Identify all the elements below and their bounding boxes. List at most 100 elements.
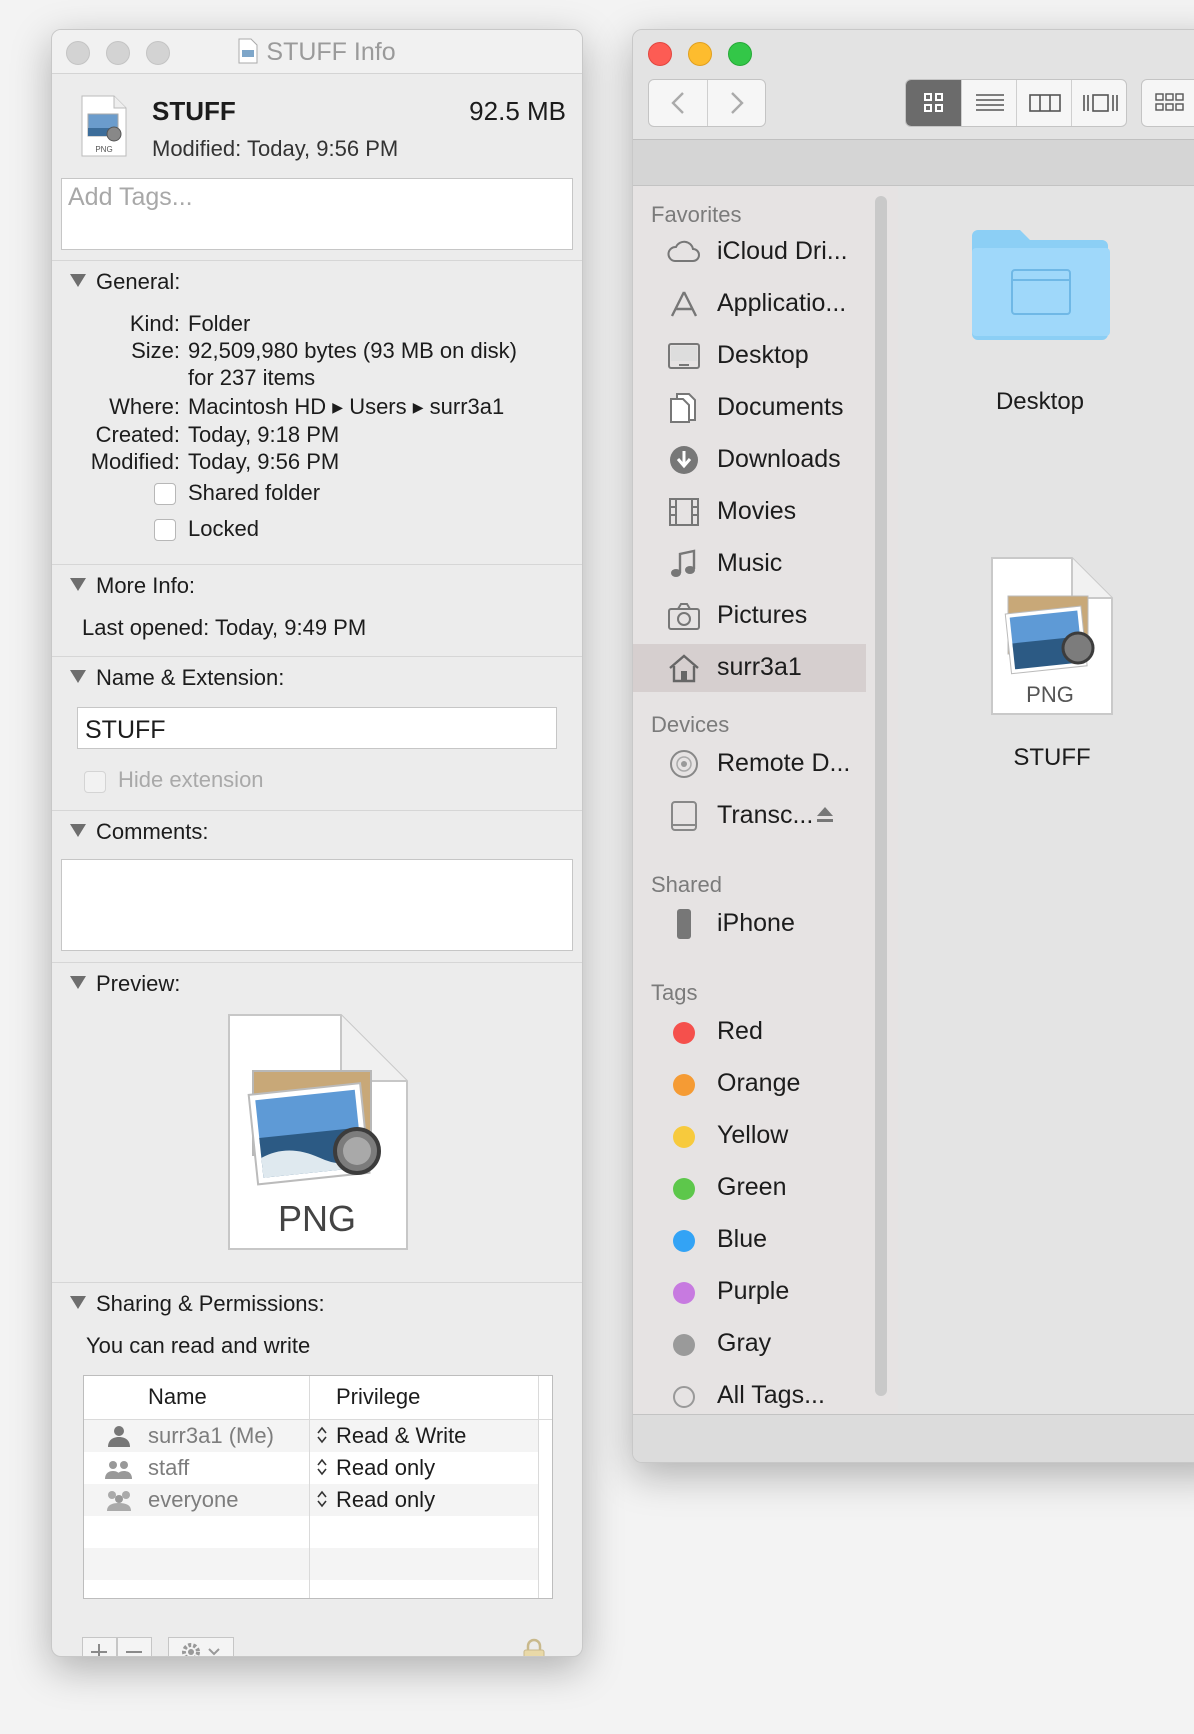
table-row[interactable]: staff Read only	[84, 1452, 538, 1484]
list-view-button[interactable]	[961, 80, 1016, 126]
comments-field[interactable]	[61, 859, 573, 951]
locked-checkbox[interactable]	[154, 519, 176, 541]
tag-dot-icon	[673, 1074, 695, 1096]
sidebar-tag-orange[interactable]: Orange	[633, 1060, 866, 1108]
sidebar-scrollbar[interactable]	[875, 196, 887, 1396]
tags-field[interactable]: Add Tags...	[61, 178, 573, 250]
icon-type-label: PNG	[95, 145, 112, 154]
size-label: Size:	[131, 338, 180, 363]
permissions-table: Name Privilege surr3a1 (Me) Read & Write…	[83, 1375, 553, 1599]
disclosure-triangle-icon[interactable]	[70, 976, 86, 989]
column-name-header[interactable]: Name	[148, 1384, 207, 1410]
sharing-header[interactable]: Sharing & Permissions:	[70, 1291, 325, 1317]
preview-header[interactable]: Preview:	[70, 971, 180, 997]
sidebar-item-external-drive[interactable]: Transc...	[633, 792, 866, 840]
status-bar	[633, 1414, 1194, 1462]
arrange-button[interactable]	[1141, 79, 1194, 127]
more-info-header-label: More Info:	[96, 573, 196, 598]
comments-header[interactable]: Comments:	[70, 819, 208, 845]
name-extension-header-label: Name & Extension:	[96, 665, 285, 690]
gear-icon	[182, 1643, 220, 1656]
column-privilege-header[interactable]: Privilege	[336, 1384, 420, 1410]
png-preview-icon: PNG	[228, 1014, 408, 1250]
last-opened-row: Last opened: Today, 9:49 PM	[82, 615, 366, 641]
sidebar-item-applications[interactable]: Applicatio...	[633, 280, 866, 328]
sidebar-tag-red[interactable]: Red	[633, 1008, 866, 1056]
disclosure-triangle-icon[interactable]	[70, 274, 86, 287]
privilege-value[interactable]: Read only	[336, 1455, 435, 1481]
empty-row	[84, 1548, 538, 1580]
sharing-section: Sharing & Permissions: You can read and …	[52, 1282, 582, 1657]
eject-icon[interactable]	[815, 806, 835, 824]
table-row[interactable]: everyone Read only	[84, 1484, 538, 1516]
icon-view-button[interactable]	[906, 80, 961, 126]
zoom-button[interactable]	[728, 42, 752, 66]
disclosure-triangle-icon[interactable]	[70, 1296, 86, 1309]
disclosure-triangle-icon[interactable]	[70, 824, 86, 837]
sidebar-item-label: iPhone	[717, 909, 795, 937]
locked-label: Locked	[188, 516, 259, 541]
tag-dot-icon	[673, 1178, 695, 1200]
name-field[interactable]: STUFF	[77, 707, 557, 749]
preview-header-label: Preview:	[96, 971, 181, 996]
privilege-value[interactable]: Read only	[336, 1487, 435, 1513]
sidebar-item-downloads[interactable]: Downloads	[633, 436, 866, 484]
action-menu-button[interactable]	[168, 1637, 234, 1656]
close-button[interactable]	[648, 42, 672, 66]
path-segment: Users	[349, 394, 407, 419]
lock-icon[interactable]	[522, 1637, 546, 1657]
finder-toolbar[interactable]	[633, 30, 1194, 140]
updown-arrows-icon[interactable]	[316, 1489, 328, 1509]
back-button[interactable]	[649, 80, 707, 126]
sidebar-item-remote-disc[interactable]: Remote D...	[633, 740, 866, 788]
sidebar-item-pictures[interactable]: Pictures	[633, 592, 866, 640]
column-view-button[interactable]	[1016, 80, 1071, 126]
sidebar-item-movies[interactable]: Movies	[633, 488, 866, 536]
shared-folder-checkbox[interactable]	[154, 483, 176, 505]
sidebar-item-music[interactable]: Music	[633, 540, 866, 588]
shared-folder-label: Shared folder	[188, 480, 321, 505]
desktop-folder-item[interactable]: Desktop	[898, 186, 1110, 426]
disclosure-triangle-icon[interactable]	[70, 670, 86, 683]
gallery-view-icon	[1083, 94, 1118, 112]
hide-extension-checkbox[interactable]	[84, 771, 106, 793]
privilege-value[interactable]: Read & Write	[336, 1423, 466, 1449]
remove-button[interactable]	[117, 1637, 152, 1656]
minimize-button[interactable]	[688, 42, 712, 66]
finder-sidebar: Favorites iCloud Dri... Applicatio... De…	[633, 186, 898, 1414]
documents-icon	[670, 393, 696, 423]
sidebar-item-iphone[interactable]: iPhone	[633, 900, 866, 948]
navigation-buttons	[648, 79, 766, 127]
more-info-header[interactable]: More Info:	[70, 573, 195, 599]
updown-arrows-icon[interactable]	[316, 1425, 328, 1445]
sidebar-tag-green[interactable]: Green	[633, 1164, 866, 1212]
sidebar-item-icloud-drive[interactable]: iCloud Dri...	[633, 228, 866, 276]
png-file-icon: PNG	[991, 557, 1113, 715]
path-segment: Macintosh HD	[188, 394, 327, 419]
sidebar-header-favorites: Favorites	[651, 202, 742, 227]
stuff-file-item[interactable]: PNG STUFF	[898, 556, 1113, 786]
sidebar-item-desktop[interactable]: Desktop	[633, 332, 866, 380]
sidebar-item-home[interactable]: surr3a1	[633, 644, 866, 692]
gallery-view-button[interactable]	[1071, 80, 1126, 126]
disclosure-triangle-icon[interactable]	[70, 578, 86, 591]
sidebar-item-documents[interactable]: Documents	[633, 384, 866, 432]
sidebar-tag-purple[interactable]: Purple	[633, 1268, 866, 1316]
info-titlebar[interactable]: STUFF Info	[52, 30, 582, 74]
sidebar-tag-blue[interactable]: Blue	[633, 1216, 866, 1264]
updown-arrows-icon[interactable]	[316, 1457, 328, 1477]
document-icon	[238, 38, 258, 64]
add-button[interactable]	[82, 1637, 117, 1656]
sidebar-item-label: Pictures	[717, 601, 808, 629]
kind-row: Kind: Folder	[52, 311, 251, 337]
table-row[interactable]: surr3a1 (Me) Read & Write	[84, 1420, 538, 1452]
file-name: STUFF	[152, 96, 236, 126]
sidebar-tag-yellow[interactable]: Yellow	[633, 1112, 866, 1160]
general-header[interactable]: General:	[70, 269, 180, 295]
finder-content: Desktop PNG STUFF	[898, 186, 1194, 1414]
name-extension-header[interactable]: Name & Extension:	[70, 665, 284, 691]
forward-button[interactable]	[707, 80, 765, 126]
sidebar-tag-all-tags[interactable]: All Tags...	[633, 1372, 866, 1414]
sidebar-tag-gray[interactable]: Gray	[633, 1320, 866, 1368]
size-items-row: for 237 items	[52, 365, 315, 391]
